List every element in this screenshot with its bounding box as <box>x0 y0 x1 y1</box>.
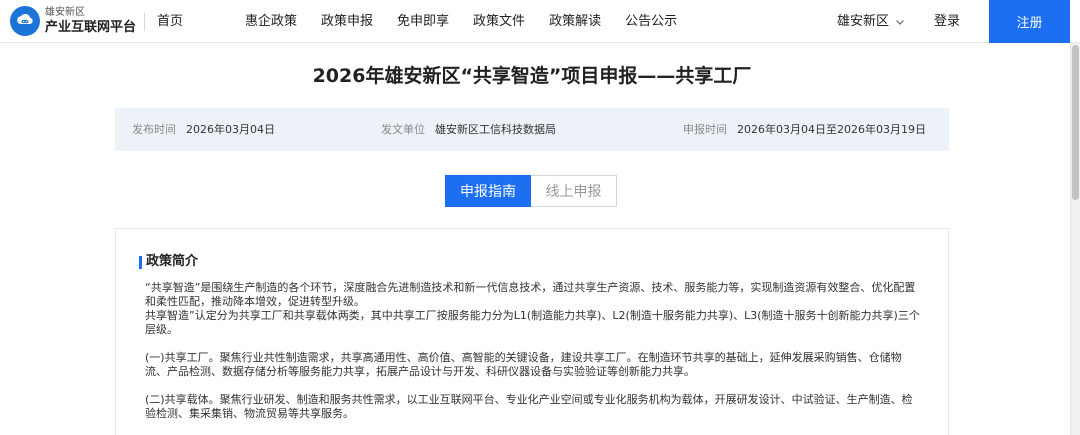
paragraph-shared-factory: (一)共享工厂。聚焦行业共性制造需求，共享高通用性、高价值、高智能的关键设备，建… <box>145 351 902 378</box>
login-link[interactable]: 登录 <box>934 13 960 30</box>
cloud-infinity-icon <box>10 6 40 36</box>
publish-date: 发布时间 2026年03月04日 <box>132 122 275 137</box>
publish-date-label: 发布时间 <box>132 123 176 136</box>
nav-item-policy-interpretation[interactable]: 政策解读 <box>549 13 601 30</box>
platform-logo[interactable]: 雄安新区 产业互联网平台 <box>10 6 136 36</box>
region-label: 雄安新区 <box>837 14 890 29</box>
tab-bar: 申报指南 线上申报 <box>445 175 617 207</box>
nav-item-enterprise-policy[interactable]: 惠企政策 <box>245 13 297 30</box>
publish-date-value: 2026年03月04日 <box>186 123 275 136</box>
register-button[interactable]: 注册 <box>989 0 1070 43</box>
issuer-value: 雄安新区工信科技数据局 <box>435 123 556 136</box>
nav-item-policy-application[interactable]: 政策申报 <box>321 13 373 30</box>
application-period-value: 2026年03月04日至2026年03月19日 <box>737 123 926 136</box>
paragraph-classification: 共享智造”认定分为共享工厂和共享载体两类，其中共享工厂按服务能力分为L1(制造能… <box>145 309 920 336</box>
tab-online-application[interactable]: 线上申报 <box>531 175 617 207</box>
header-divider <box>144 13 145 31</box>
top-header: 雄安新区 产业互联网平台 首页 惠企政策 政策申报 免申即享 政策文件 政策解读… <box>0 0 1080 43</box>
logo-subtitle: 雄安新区 <box>45 6 85 18</box>
tab-application-guide[interactable]: 申报指南 <box>445 175 531 207</box>
issuer: 发文单位 雄安新区工信科技数据局 <box>381 122 556 137</box>
policy-content-card: 政策简介 “共享智造”是围绕生产制造的各个环节，深度融合先进制造技术和新一代信息… <box>115 228 949 435</box>
chevron-down-icon <box>896 19 904 25</box>
nav-item-policy-documents[interactable]: 政策文件 <box>473 13 525 30</box>
paragraph-shared-carrier: (二)共享载体。聚焦行业研发、制造和服务共性需求，以工业互联网平台、专业化产业空… <box>145 393 913 420</box>
application-period-label: 申报时间 <box>683 123 727 136</box>
logo-title: 产业互联网平台 <box>45 19 137 35</box>
application-period: 申报时间 2026年03月04日至2026年03月19日 <box>683 122 926 137</box>
scrollbar-thumb[interactable] <box>1072 45 1079 200</box>
section-accent-bar <box>139 255 142 269</box>
page-scrollbar[interactable] <box>1070 43 1080 435</box>
main-nav: 惠企政策 政策申报 免申即享 政策文件 政策解读 公告公示 <box>245 13 701 30</box>
region-selector[interactable]: 雄安新区 <box>837 13 905 30</box>
section-heading: 政策简介 <box>139 254 198 270</box>
issuer-label: 发文单位 <box>381 123 425 136</box>
nav-home[interactable]: 首页 <box>157 13 183 30</box>
nav-item-announcements[interactable]: 公告公示 <box>625 13 677 30</box>
page-title: 2026年雄安新区“共享智造”项目申报——共享工厂 <box>312 65 752 87</box>
nav-item-exempt-application[interactable]: 免申即享 <box>397 13 449 30</box>
paragraph-intro: “共享智造”是围绕生产制造的各个环节，深度融合先进制造技术和新一代信息技术，通过… <box>145 281 916 308</box>
section-title: 政策简介 <box>146 254 199 269</box>
meta-bar: 发布时间 2026年03月04日 发文单位 雄安新区工信科技数据局 申报时间 2026… <box>115 108 949 151</box>
